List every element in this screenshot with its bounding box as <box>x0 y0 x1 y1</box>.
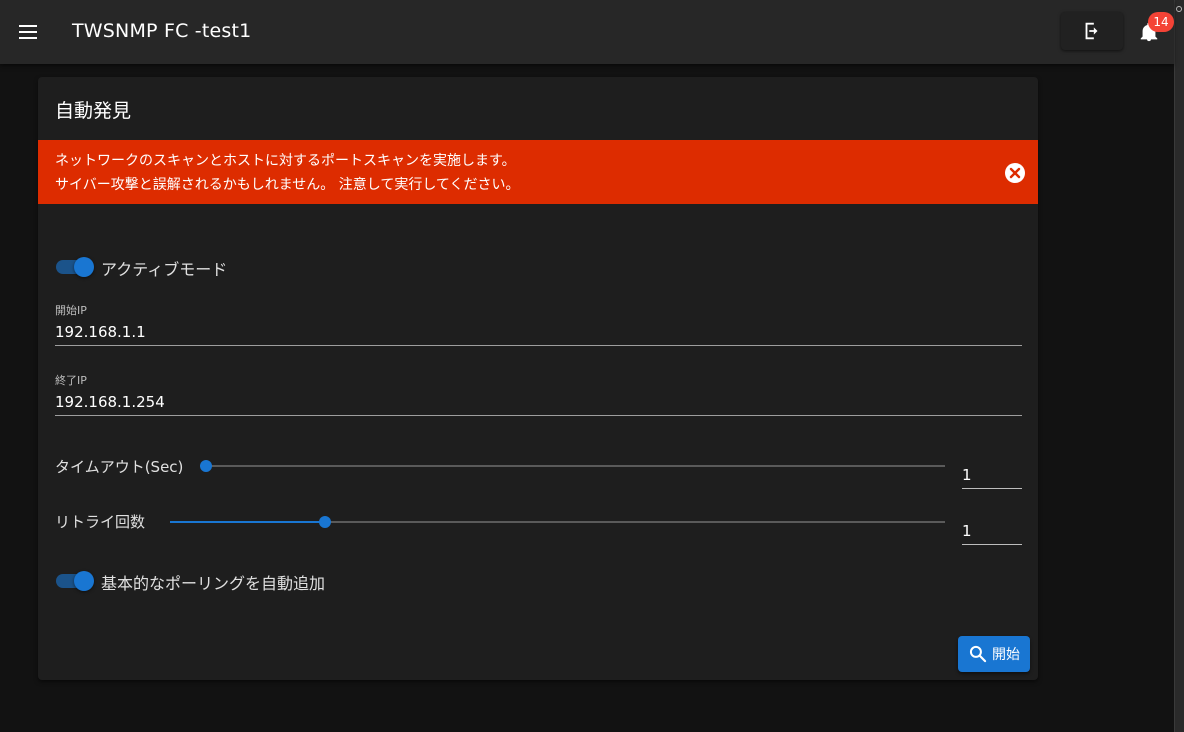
active-mode-label: アクティブモード <box>101 260 228 279</box>
right-edge-strip <box>1174 0 1184 732</box>
start-button[interactable]: 開始 <box>958 636 1030 672</box>
timeout-label: タイムアウト(Sec) <box>55 458 184 476</box>
logout-icon <box>1085 22 1098 40</box>
card-title: 自動発見 <box>55 100 132 122</box>
start-ip-label: 開始IP <box>55 304 87 317</box>
retry-slider-fill <box>170 521 325 523</box>
auto-polling-switch[interactable] <box>56 570 94 591</box>
app-title: TWSNMP FC -test1 <box>72 20 252 42</box>
start-ip-field: 開始IP <box>55 302 1022 352</box>
end-ip-label: 終了IP <box>55 374 87 387</box>
menu-icon[interactable] <box>12 16 44 48</box>
active-mode-switch[interactable] <box>56 256 94 277</box>
close-circle-icon[interactable] <box>1004 162 1026 184</box>
timeout-input[interactable] <box>962 461 1022 489</box>
auto-discover-card: 自動発見 ネットワークのスキャンとホストに対するポートスキャンを実施します。 サ… <box>38 77 1038 680</box>
retry-label: リトライ回数 <box>55 513 146 531</box>
alert-text-line-2: サイバー攻撃と誤解されるかもしれません。 注意して実行してください。 <box>55 177 520 193</box>
start-ip-input[interactable] <box>55 318 1022 346</box>
retry-slider-thumb[interactable] <box>319 516 331 528</box>
retry-input[interactable] <box>962 517 1022 545</box>
app-bar: TWSNMP FC -test1 14 <box>0 0 1174 64</box>
auto-polling-label: 基本的なポーリングを自動追加 <box>101 574 326 593</box>
notification-badge: 14 <box>1148 12 1174 32</box>
switch-thumb <box>74 257 94 277</box>
end-ip-field: 終了IP <box>55 372 1022 422</box>
timeout-slider-track[interactable] <box>206 465 945 467</box>
warning-alert: ネットワークのスキャンとホストに対するポートスキャンを実施します。 サイバー攻撃… <box>38 140 1038 204</box>
strip-dot-icon <box>1176 6 1182 12</box>
logout-button[interactable] <box>1061 12 1123 50</box>
end-ip-input[interactable] <box>55 388 1022 416</box>
switch-thumb <box>74 571 94 591</box>
timeout-slider-thumb[interactable] <box>200 460 212 472</box>
start-button-label: 開始 <box>992 647 1020 663</box>
alert-text-line-1: ネットワークのスキャンとホストに対するポートスキャンを実施します。 <box>55 153 516 169</box>
search-icon <box>969 645 987 663</box>
